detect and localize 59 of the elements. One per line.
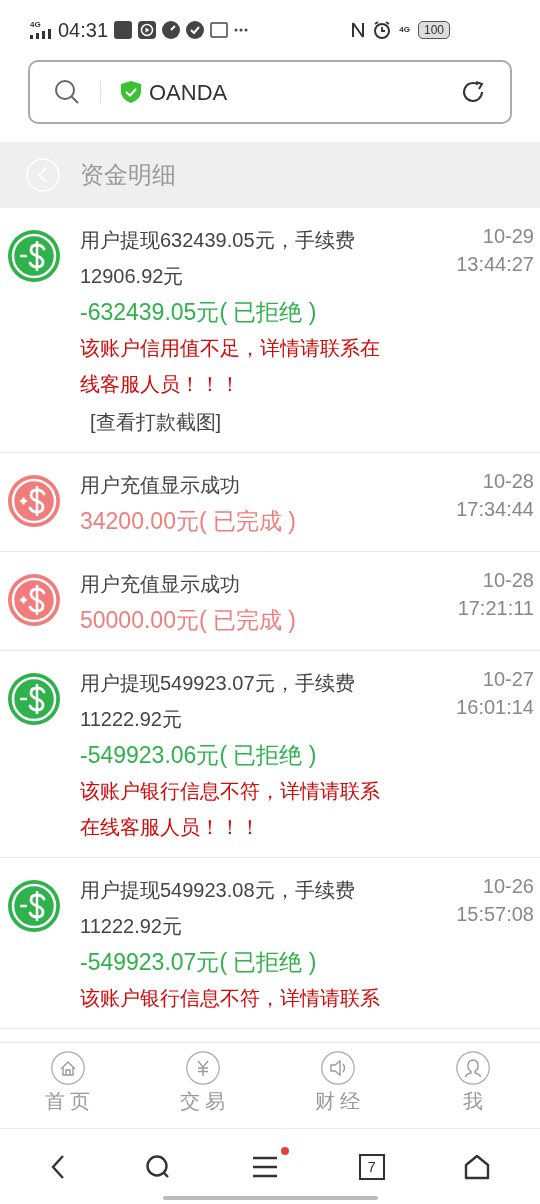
tab-item[interactable]: 财 经: [270, 1051, 405, 1111]
record-amount: -549923.07元( 已拒绝 ): [80, 948, 318, 977]
tab-item[interactable]: 首 页: [0, 1051, 135, 1111]
network-label: 4G: [399, 26, 410, 34]
record-amount: 34200.00元( 已完成 ): [80, 507, 298, 536]
alarm-icon: [373, 21, 392, 39]
more-icon: [234, 28, 249, 32]
record-description: 用户提现549923.08元，手续费11222.92元: [80, 878, 356, 939]
record-description: 用户提现549923.07元，手续费11222.92元: [80, 671, 356, 732]
minus-dollar-icon: [8, 880, 60, 932]
clock-time: 04:31: [58, 18, 109, 43]
record-note: 该账户银行信息不符，详情请联系在线客服人员！！！: [80, 779, 381, 840]
address-bar[interactable]: OANDA: [28, 60, 512, 124]
play-icon: [138, 21, 157, 39]
refresh-icon[interactable]: [460, 79, 486, 105]
record-date: 10-29: [482, 224, 534, 249]
record-amount: -632439.05元( 已拒绝 ): [80, 298, 318, 327]
shield-check-icon: [121, 81, 141, 103]
menu-icon[interactable]: [251, 1154, 279, 1179]
nfc-icon: [351, 21, 366, 39]
yen-icon: [185, 1051, 220, 1085]
record-description: 用户充值显示成功: [80, 572, 241, 597]
record-description: 用户充值显示成功: [80, 473, 241, 498]
record-date: 10-27: [482, 667, 534, 692]
app-frame-icon: [210, 22, 229, 38]
record-time: 17:21:11: [457, 596, 534, 621]
record-time: 13:44:27: [456, 252, 534, 277]
speaker-icon: [320, 1051, 355, 1085]
minus-dollar-icon: [8, 230, 60, 282]
house-icon: [50, 1051, 85, 1085]
gauge-icon: [162, 21, 181, 39]
plus-dollar-icon: [8, 475, 60, 527]
app-square-icon: [114, 21, 133, 39]
tab-item[interactable]: 我: [405, 1051, 540, 1111]
home-icon[interactable]: [464, 1153, 491, 1180]
minus-dollar-icon: [8, 673, 60, 725]
screenshot-link[interactable]: [查看打款截图]: [90, 404, 386, 440]
record-note: 该账户信用值不足，详情请联系在线客服人员！！！: [80, 336, 381, 397]
record-time: 16:01:14: [456, 695, 534, 720]
network-label: 4G: [30, 21, 41, 29]
site-name: OANDA: [149, 78, 228, 107]
record-date: 10-26: [482, 874, 534, 899]
person-icon: [455, 1051, 490, 1085]
tab-item[interactable]: 交 易: [135, 1051, 270, 1111]
plus-dollar-icon: [8, 574, 60, 626]
signal-icon: [30, 29, 52, 39]
record-date: 10-28: [482, 568, 534, 593]
record-amount: 50000.00元( 已完成 ): [80, 606, 298, 635]
record-amount: -549923.06元( 已拒绝 ): [80, 741, 318, 770]
tab-count-button[interactable]: 7: [358, 1153, 385, 1180]
battery-indicator: 100: [417, 21, 450, 39]
record-description: 用户提现632439.05元，手续费12906.92元: [80, 228, 356, 289]
record-time: 17:34:44: [456, 497, 534, 522]
record-time: 15:57:08: [456, 902, 534, 927]
check-circle-icon: [186, 21, 205, 39]
search-icon[interactable]: [54, 79, 80, 105]
page-title: 资金明细: [80, 160, 176, 190]
record-date: 10-28: [482, 469, 534, 494]
record-note: 该账户银行信息不符，详情请联系: [80, 986, 381, 1011]
